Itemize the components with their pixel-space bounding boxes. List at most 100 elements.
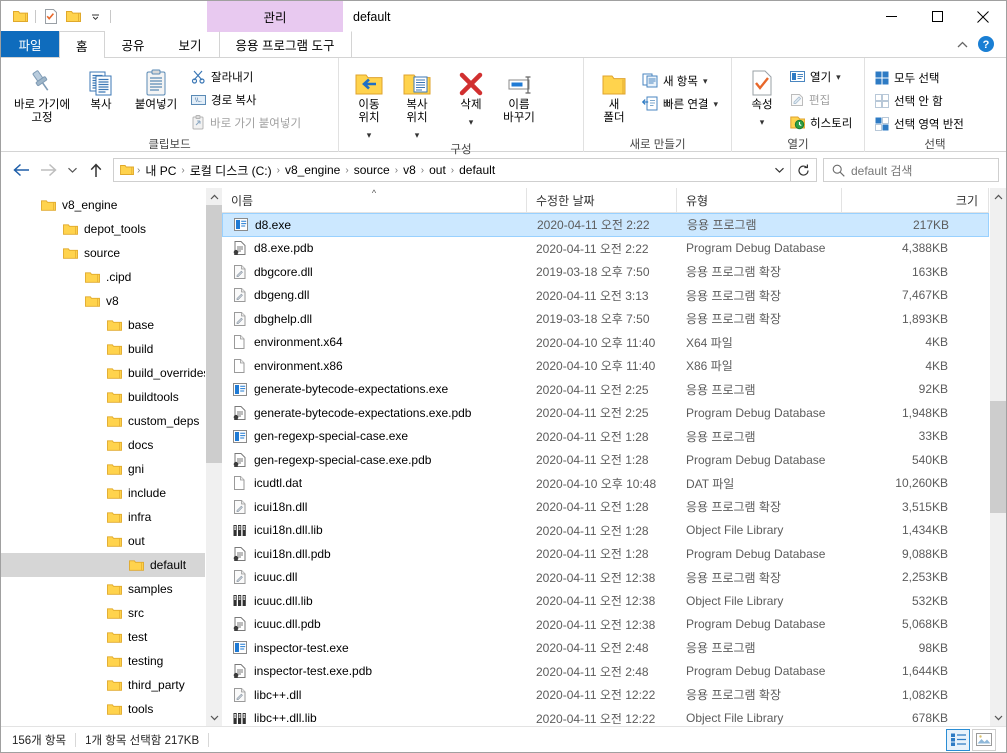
history-button[interactable]: 히스토리: [786, 112, 856, 133]
navigation-pane-scrollbar[interactable]: [205, 188, 223, 726]
open-chevron-down-icon[interactable]: [836, 71, 841, 83]
nav-item-tools[interactable]: tools: [1, 697, 221, 721]
breadcrumb-item-4[interactable]: v8: [399, 163, 420, 177]
forward-button[interactable]: [35, 157, 62, 183]
column-header-3[interactable]: 크기: [842, 188, 989, 212]
table-row[interactable]: gen-regexp-special-case.exe.pdb 2020-04-1…: [222, 448, 989, 472]
breadcrumb-item-2[interactable]: v8_engine: [281, 163, 344, 177]
cut-button[interactable]: 잘라내기: [187, 66, 305, 87]
large-icons-view-button[interactable]: [972, 728, 996, 751]
nav-item-v8[interactable]: v8: [1, 289, 221, 313]
breadcrumb-item-5[interactable]: out: [425, 163, 450, 177]
file-scroll-track[interactable]: [989, 205, 1006, 709]
table-row[interactable]: dbgeng.dll 2020-04-11 오전 3:13 응용 프로그램 확장 7,…: [222, 284, 989, 308]
nav-item-samples[interactable]: samples: [1, 577, 221, 601]
table-row[interactable]: icui18n.dll.lib 2020-04-11 오전 1:28 Object …: [222, 519, 989, 543]
select-none-button[interactable]: 선택 안 함: [871, 90, 968, 111]
table-row[interactable]: icuuc.dll.lib 2020-04-11 오전 12:38 Object F…: [222, 589, 989, 613]
nav-item-.cipd[interactable]: .cipd: [1, 265, 221, 289]
column-header-0[interactable]: 이름 ^: [222, 188, 527, 212]
table-row[interactable]: environment.x86 2020-04-10 오후 11:40 X86 파일…: [222, 354, 989, 378]
file-scroll-up-button[interactable]: [990, 188, 1007, 205]
select-all-button[interactable]: 모두 선택: [871, 67, 968, 88]
nav-item-default[interactable]: default: [1, 553, 221, 577]
table-row[interactable]: dbghelp.dll 2019-03-18 오후 7:50 응용 프로그램 확장 1…: [222, 307, 989, 331]
open-button[interactable]: 열기: [786, 66, 856, 87]
properties-button[interactable]: 속성: [738, 61, 786, 128]
tab-home[interactable]: 홈: [59, 31, 105, 58]
table-row[interactable]: inspector-test.exe 2020-04-11 오전 2:48 응용 프…: [222, 636, 989, 660]
table-row[interactable]: icudtl.dat 2020-04-10 오후 10:48 DAT 파일 10,26…: [222, 472, 989, 496]
rename-button[interactable]: 이름 바꾸기: [495, 61, 543, 125]
table-row[interactable]: icui18n.dll 2020-04-11 오전 1:28 응용 프로그램 확장 3…: [222, 495, 989, 519]
nav-item-v8_engine[interactable]: v8_engine: [1, 193, 221, 217]
nav-item-testing[interactable]: testing: [1, 649, 221, 673]
table-row[interactable]: gen-regexp-special-case.exe 2020-04-11 오전…: [222, 425, 989, 449]
up-button[interactable]: [82, 157, 109, 183]
copy-path-button[interactable]: \\.. 경로 복사: [187, 89, 305, 110]
nav-item-build[interactable]: build: [1, 337, 221, 361]
move-to-chevron-down-icon[interactable]: [367, 127, 372, 141]
back-button[interactable]: [8, 157, 35, 183]
breadcrumb-item-1[interactable]: 로컬 디스크 (C:): [186, 162, 276, 179]
table-row[interactable]: libc++.dll 2020-04-11 오전 12:22 응용 프로그램 확장 1…: [222, 683, 989, 707]
nav-item-third_party[interactable]: third_party: [1, 673, 221, 697]
easy-access-chevron-down-icon[interactable]: [714, 98, 719, 110]
nav-item-include[interactable]: include: [1, 481, 221, 505]
details-view-button[interactable]: [946, 728, 970, 751]
table-row[interactable]: inspector-test.exe.pdb 2020-04-11 오전 2:48…: [222, 660, 989, 684]
new-folder-icon[interactable]: [62, 6, 84, 28]
nav-item-infra[interactable]: infra: [1, 505, 221, 529]
table-row[interactable]: icui18n.dll.pdb 2020-04-11 오전 1:28 Program…: [222, 542, 989, 566]
breadcrumb-item-3[interactable]: source: [350, 163, 394, 177]
table-row[interactable]: d8.exe.pdb 2020-04-11 오전 2:22 Program Debu…: [222, 237, 989, 261]
column-header-1[interactable]: 수정한 날짜: [527, 188, 677, 212]
nav-scroll-down-button[interactable]: [206, 709, 223, 726]
new-item-button[interactable]: 새 항목: [638, 70, 722, 91]
table-row[interactable]: d8.exe 2020-04-11 오전 2:22 응용 프로그램 217KB: [222, 213, 989, 237]
nav-item-test[interactable]: test: [1, 625, 221, 649]
nav-scroll-track[interactable]: [205, 205, 223, 709]
refresh-button[interactable]: [791, 158, 817, 182]
file-list[interactable]: d8.exe 2020-04-11 오전 2:22 응용 프로그램 217KB d8.e…: [222, 213, 989, 726]
nav-item-build_overrides[interactable]: build_overrides: [1, 361, 221, 385]
table-row[interactable]: generate-bytecode-expectations.exe 2020-0…: [222, 378, 989, 402]
copy-button[interactable]: 복사: [77, 61, 125, 112]
file-list-scrollbar[interactable]: [989, 188, 1006, 726]
minimize-button[interactable]: [868, 1, 914, 32]
nav-item-custom_deps[interactable]: custom_deps: [1, 409, 221, 433]
table-row[interactable]: libc++.dll.lib 2020-04-11 오전 12:22 Object …: [222, 707, 989, 727]
maximize-button[interactable]: [914, 1, 960, 32]
edit-button[interactable]: 편집: [786, 89, 856, 110]
copy-to-button[interactable]: 복사 위치: [393, 61, 441, 141]
delete-chevron-down-icon[interactable]: [469, 114, 474, 128]
properties-chevron-down-icon[interactable]: [760, 114, 765, 128]
invert-selection-button[interactable]: 선택 영역 반전: [871, 113, 968, 134]
table-row[interactable]: icuuc.dll 2020-04-11 오전 12:38 응용 프로그램 확장 2,…: [222, 566, 989, 590]
tab-share[interactable]: 공유: [105, 31, 162, 57]
qat-chevron-down-icon[interactable]: [84, 6, 106, 28]
delete-button[interactable]: 삭제: [447, 61, 495, 128]
paste-button[interactable]: 붙여넣기: [125, 61, 187, 112]
pin-to-quick-access-button[interactable]: 바로 가기에 고정: [7, 61, 77, 125]
tab-file[interactable]: 파일: [1, 31, 59, 57]
tab-application-tools[interactable]: 응용 프로그램 도구: [218, 31, 352, 57]
address-path-box[interactable]: › 내 PC › 로컬 디스크 (C:) › v8_engine › sourc…: [113, 158, 791, 182]
nav-scroll-thumb[interactable]: [205, 205, 223, 463]
nav-item-source[interactable]: source: [1, 241, 221, 265]
table-row[interactable]: icuuc.dll.pdb 2020-04-11 오전 12:38 Program …: [222, 613, 989, 637]
table-row[interactable]: environment.x64 2020-04-10 오후 11:40 X64 파일…: [222, 331, 989, 355]
new-folder-button[interactable]: 새 폴더: [590, 61, 638, 125]
paste-shortcut-button[interactable]: 바로 가기 붙여넣기: [187, 112, 305, 133]
new-item-chevron-down-icon[interactable]: [703, 75, 708, 87]
search-box[interactable]: default 검색: [823, 158, 999, 182]
copy-to-chevron-down-icon[interactable]: [415, 127, 420, 141]
nav-item-docs[interactable]: docs: [1, 433, 221, 457]
address-chevron-down-icon[interactable]: [768, 159, 790, 181]
file-scroll-down-button[interactable]: [990, 709, 1007, 726]
tab-view[interactable]: 보기: [162, 31, 219, 57]
table-row[interactable]: generate-bytecode-expectations.exe.pdb 20…: [222, 401, 989, 425]
search-input[interactable]: default 검색: [851, 162, 912, 179]
breadcrumb-item-0[interactable]: 내 PC: [141, 162, 180, 179]
column-header-2[interactable]: 유형: [677, 188, 842, 212]
